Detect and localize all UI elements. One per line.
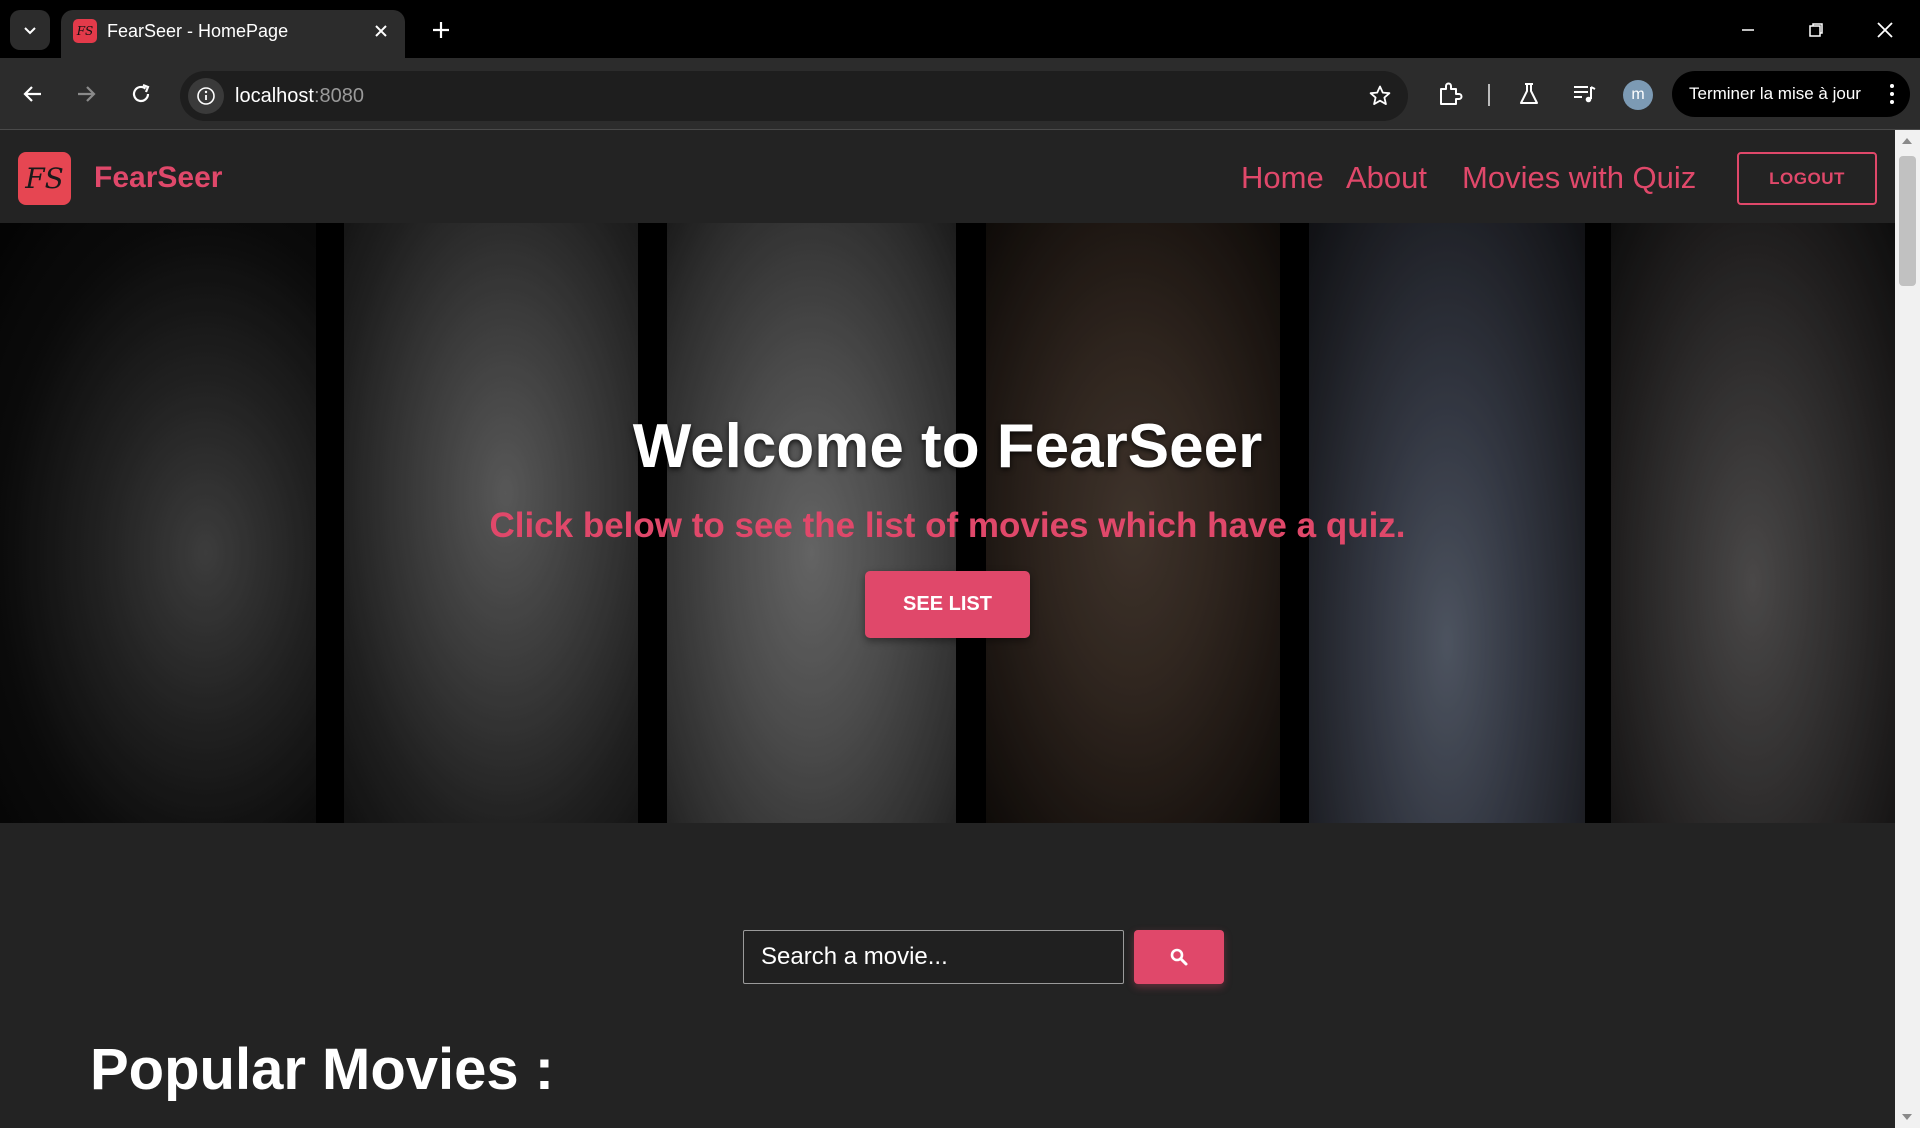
scrollbar-thumb[interactable] [1899, 156, 1916, 286]
hero-banner: Welcome to FearSeer Click below to see t… [0, 223, 1895, 823]
arrow-left-icon [23, 86, 41, 102]
search-box [743, 930, 1124, 984]
extensions-icon[interactable] [1432, 76, 1468, 112]
hero-title: Welcome to FearSeer [632, 412, 1263, 481]
logout-button[interactable]: LOGOUT [1737, 152, 1877, 205]
profile-avatar[interactable]: m [1623, 80, 1653, 110]
restore-icon [1809, 23, 1823, 37]
forward-button[interactable] [66, 74, 106, 114]
more-menu-icon [1890, 84, 1894, 104]
see-list-button[interactable]: SEE LIST [865, 571, 1030, 638]
new-tab-button[interactable] [423, 12, 459, 48]
popular-movies-title: Popular Movies : [90, 1037, 555, 1102]
url-port: :8080 [313, 85, 364, 107]
reload-button[interactable] [121, 74, 161, 114]
scroll-up-arrow-icon[interactable] [1902, 138, 1912, 144]
browser-tab-bar: FS FearSeer - HomePage [0, 0, 1920, 58]
close-window-button[interactable] [1862, 7, 1908, 53]
nav-link-about[interactable]: About [1346, 159, 1427, 197]
favicon-text: FS [76, 24, 94, 38]
labs-flask-icon[interactable] [1511, 76, 1547, 112]
brand-logo[interactable]: FS [18, 152, 71, 205]
minimize-icon [1742, 29, 1754, 31]
reload-icon [132, 83, 150, 103]
update-button[interactable]: Terminer la mise à jour [1672, 71, 1910, 117]
scroll-down-arrow-icon[interactable] [1902, 1114, 1912, 1120]
url-text: localhost:8080 [235, 85, 364, 107]
hero-subtitle: Click below to see the list of movies wh… [489, 506, 1406, 545]
bookmark-star-icon[interactable] [1366, 82, 1394, 110]
browser-tab-active[interactable]: FS FearSeer - HomePage [61, 10, 405, 58]
search-button[interactable] [1134, 930, 1224, 984]
tab-search-button[interactable] [10, 10, 50, 50]
nav-link-home[interactable]: Home [1241, 159, 1324, 197]
page-viewport: FS FearSeer Home About Movies with Quiz … [0, 130, 1895, 1128]
restore-button[interactable] [1793, 7, 1839, 53]
media-queue-icon[interactable] [1566, 76, 1602, 112]
minimize-button[interactable] [1725, 7, 1771, 53]
back-button[interactable] [13, 74, 53, 114]
address-bar[interactable]: localhost:8080 [180, 71, 1408, 121]
toolbar-divider [1488, 84, 1490, 106]
logo-text: FS [25, 162, 64, 195]
close-tab-icon[interactable] [369, 19, 393, 43]
brand-name[interactable]: FearSeer [94, 160, 222, 196]
browser-toolbar: localhost:8080 m Terminer la mise à jour [0, 58, 1920, 130]
close-icon [1877, 22, 1893, 38]
site-info-icon[interactable] [188, 78, 224, 114]
arrow-right-icon [78, 86, 96, 102]
url-host: localhost [235, 85, 314, 107]
nav-link-movies-quiz[interactable]: Movies with Quiz [1462, 159, 1696, 197]
update-label: Terminer la mise à jour [1689, 84, 1861, 103]
tab-title: FearSeer - HomePage [107, 21, 289, 41]
chevron-down-icon [24, 27, 36, 35]
search-icon [1170, 948, 1188, 966]
site-navbar: FS FearSeer Home About Movies with Quiz … [0, 130, 1895, 223]
page-scrollbar[interactable] [1895, 130, 1920, 1128]
plus-icon [433, 22, 449, 38]
search-input[interactable] [744, 931, 1123, 983]
favicon-icon: FS [73, 19, 97, 43]
